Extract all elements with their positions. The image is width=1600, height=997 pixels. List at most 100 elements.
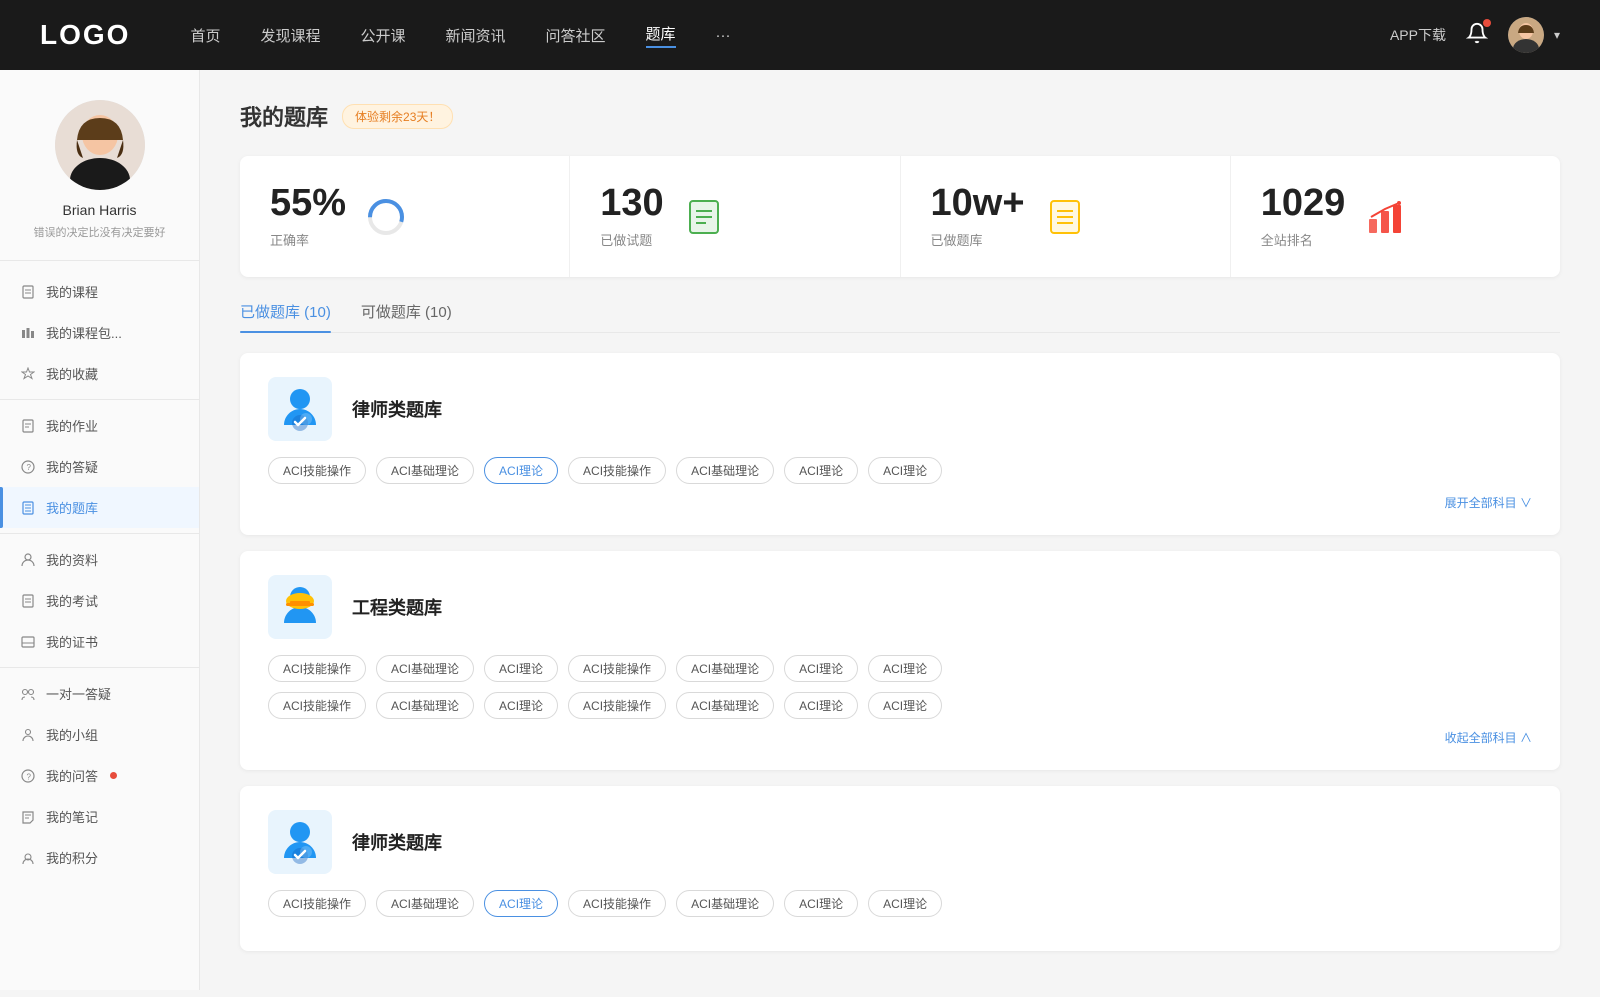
divider-3: [0, 667, 199, 668]
sidebar-item-questions[interactable]: ? 我的问答: [0, 755, 199, 796]
main-content: 我的题库 体验剩余23天！ 55% 正确率: [200, 70, 1600, 997]
tag[interactable]: ACI技能操作: [268, 890, 366, 917]
stat-done-value: 130: [600, 184, 663, 222]
sidebar-item-1on1[interactable]: 一对一答疑: [0, 673, 199, 714]
tag[interactable]: ACI理论: [484, 655, 558, 682]
sidebar-item-course-pack[interactable]: 我的课程包...: [0, 312, 199, 353]
my-course-icon: [20, 284, 36, 300]
sidebar-item-favorites[interactable]: 我的收藏: [0, 353, 199, 394]
exam-icon: [20, 593, 36, 609]
logo[interactable]: LOGO: [40, 19, 130, 51]
main-nav: 首页 发现课程 公开课 新闻资讯 问答社区 题库 ···: [190, 23, 1390, 48]
stat-done-banks: 10w+ 已做题库: [901, 156, 1231, 277]
tag[interactable]: ACI理论: [868, 890, 942, 917]
page-title-row: 我的题库 体验剩余23天！: [240, 100, 1560, 132]
tags-engineer-row2: ACI技能操作 ACI基础理论 ACI理论 ACI技能操作 ACI基础理论 AC…: [268, 692, 1532, 719]
user-avatar-menu[interactable]: ▾: [1508, 17, 1560, 53]
group-icon: [20, 727, 36, 743]
stat-banks-label: 已做题库: [931, 230, 1025, 249]
points-icon: [20, 850, 36, 866]
course-pack-label: 我的课程包...: [46, 323, 122, 342]
tag[interactable]: ACI理论: [784, 457, 858, 484]
lawyer-icon-wrap-2: [268, 810, 332, 874]
tag[interactable]: ACI基础理论: [376, 457, 474, 484]
sidebar-item-certificate[interactable]: 我的证书: [0, 621, 199, 662]
tab-done-banks[interactable]: 已做题库 (10): [240, 301, 331, 332]
nav-open-course[interactable]: 公开课: [360, 25, 405, 46]
profile-avatar: [55, 100, 145, 190]
stat-rank-label: 全站排名: [1261, 230, 1346, 249]
tag[interactable]: ACI基础理论: [376, 890, 474, 917]
tag[interactable]: ACI理论: [784, 890, 858, 917]
tag[interactable]: ACI理论: [784, 692, 858, 719]
qbank-header-engineer: 工程类题库: [268, 575, 1532, 639]
nav-discover[interactable]: 发现课程: [260, 25, 320, 46]
sidebar-item-homework[interactable]: 我的作业: [0, 405, 199, 446]
certificate-label: 我的证书: [46, 632, 98, 651]
sidebar-item-qbank[interactable]: 我的题库: [0, 487, 199, 528]
favorites-icon: [20, 366, 36, 382]
sidebar-item-notes[interactable]: 我的笔记: [0, 796, 199, 837]
app-download-button[interactable]: APP下载: [1390, 25, 1446, 45]
divider-1: [0, 399, 199, 400]
sidebar-item-my-qa[interactable]: ? 我的答疑: [0, 446, 199, 487]
stat-banks-text: 10w+ 已做题库: [931, 184, 1025, 249]
qbank-header-lawyer-1: 律师类题库: [268, 377, 1532, 441]
qbank-card-lawyer-2: 律师类题库 ACI技能操作 ACI基础理论 ACI理论 ACI技能操作 ACI基…: [240, 786, 1560, 951]
tabs-row: 已做题库 (10) 可做题库 (10): [240, 301, 1560, 333]
sidebar-item-exam[interactable]: 我的考试: [0, 580, 199, 621]
tag[interactable]: ACI技能操作: [268, 655, 366, 682]
nav-home[interactable]: 首页: [190, 25, 220, 46]
stat-rank: 1029 全站排名: [1231, 156, 1560, 277]
tag[interactable]: ACI技能操作: [568, 655, 666, 682]
tag[interactable]: ACI理论: [868, 692, 942, 719]
main-layout: Brian Harris 错误的决定比没有决定要好 我的课程 我的课程包...: [0, 70, 1600, 997]
lawyer-icon-2: [276, 818, 324, 866]
collapse-link-engineer[interactable]: 收起全部科目 ∧: [268, 729, 1532, 746]
tag[interactable]: ACI理论: [484, 692, 558, 719]
notification-bell[interactable]: [1466, 22, 1488, 49]
header: LOGO 首页 发现课程 公开课 新闻资讯 问答社区 题库 ··· APP下载: [0, 0, 1600, 70]
nav-more[interactable]: ···: [716, 27, 731, 44]
page-title: 我的题库: [240, 100, 328, 132]
course-pack-icon: [20, 325, 36, 341]
qbank-card-engineer: 工程类题库 ACI技能操作 ACI基础理论 ACI理论 ACI技能操作 ACI基…: [240, 551, 1560, 770]
tag[interactable]: ACI基础理论: [676, 692, 774, 719]
tag[interactable]: ACI理论: [784, 655, 858, 682]
divider-2: [0, 533, 199, 534]
tag[interactable]: ACI基础理论: [676, 457, 774, 484]
qbank-icon: [20, 500, 36, 516]
my-qa-icon: ?: [20, 459, 36, 475]
sidebar-item-group[interactable]: 我的小组: [0, 714, 199, 755]
trial-badge: 体验剩余23天！: [342, 104, 453, 129]
nav-qbank[interactable]: 题库: [646, 23, 676, 48]
tag[interactable]: ACI技能操作: [568, 457, 666, 484]
tag[interactable]: ACI理论: [868, 457, 942, 484]
tab-available-banks[interactable]: 可做题库 (10): [361, 301, 452, 332]
tag[interactable]: ACI技能操作: [268, 457, 366, 484]
tag[interactable]: ACI理论: [868, 655, 942, 682]
homework-label: 我的作业: [46, 416, 98, 435]
stat-accuracy: 55% 正确率: [240, 156, 570, 277]
nav-qa[interactable]: 问答社区: [546, 25, 606, 46]
sidebar-item-profile[interactable]: 我的资料: [0, 539, 199, 580]
tag[interactable]: ACI技能操作: [568, 890, 666, 917]
expand-link-lawyer-1[interactable]: 展开全部科目 ∨: [268, 494, 1532, 511]
tag[interactable]: ACI基础理论: [376, 655, 474, 682]
engineer-icon: [276, 583, 324, 631]
rank-icon: [1363, 195, 1407, 239]
tag-active[interactable]: ACI理论: [484, 890, 558, 917]
tag-active[interactable]: ACI理论: [484, 457, 558, 484]
tag[interactable]: ACI基础理论: [676, 890, 774, 917]
qbank-title-lawyer-1: 律师类题库: [352, 396, 442, 422]
tag[interactable]: ACI技能操作: [568, 692, 666, 719]
tag[interactable]: ACI基础理论: [376, 692, 474, 719]
sidebar: Brian Harris 错误的决定比没有决定要好 我的课程 我的课程包...: [0, 70, 200, 990]
tag[interactable]: ACI技能操作: [268, 692, 366, 719]
tag[interactable]: ACI基础理论: [676, 655, 774, 682]
nav-news[interactable]: 新闻资讯: [446, 25, 506, 46]
sidebar-item-my-course[interactable]: 我的课程: [0, 271, 199, 312]
sidebar-item-points[interactable]: 我的积分: [0, 837, 199, 878]
stats-row: 55% 正确率 130 已做试题: [240, 156, 1560, 277]
header-right: APP下载 ▾: [1390, 17, 1560, 53]
